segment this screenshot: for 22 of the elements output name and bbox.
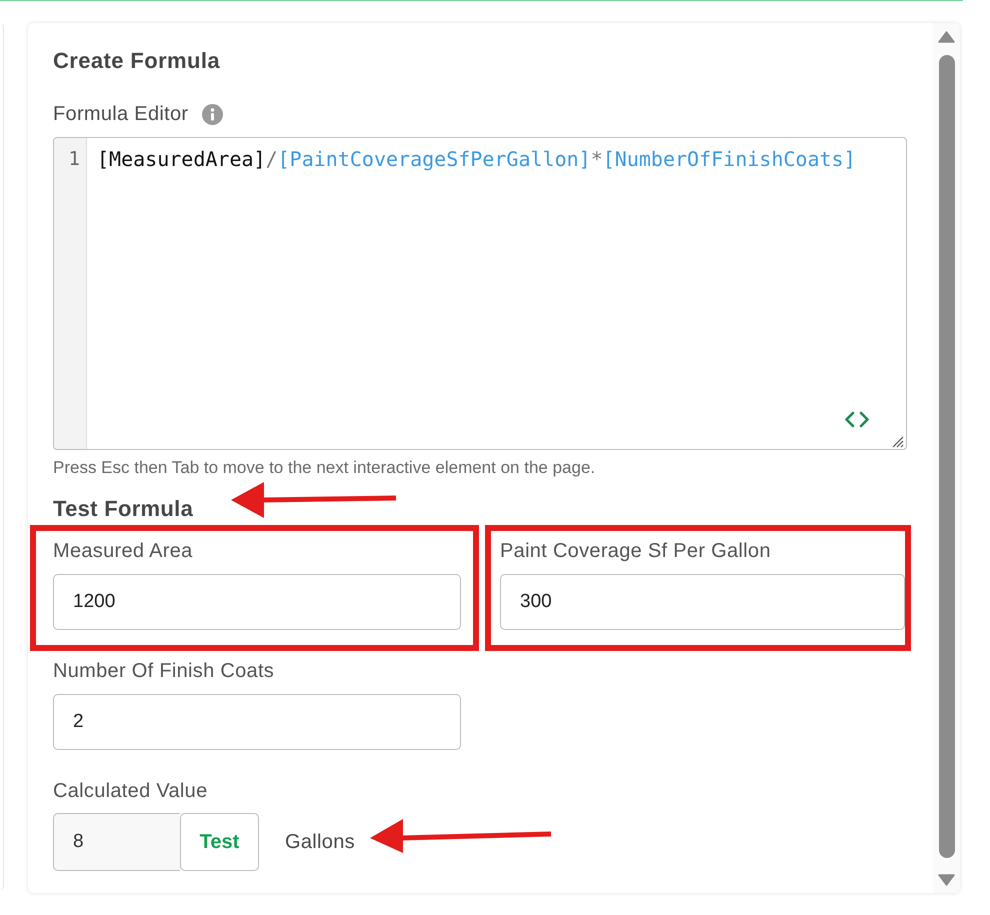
field-label: Calculated Value	[53, 779, 208, 804]
text-input[interactable]: 1200	[53, 574, 461, 630]
scroll-up-button[interactable]	[938, 31, 955, 43]
help-text: Press Esc then Tab to move to the next interactive element on the page.	[53, 458, 596, 478]
line-number: 1	[68, 147, 80, 172]
field-label: Measured Area	[53, 539, 193, 564]
card-title: Create Formula	[53, 47, 220, 75]
info-icon[interactable]	[202, 104, 224, 124]
scrollbar-thumb[interactable]	[938, 55, 954, 858]
field-label: Paint Coverage Sf Per Gallon	[500, 539, 771, 564]
section-title: Test Formula	[53, 495, 194, 523]
code-icon[interactable]	[844, 411, 870, 428]
code-line: [MeasuredArea]/[PaintCoverageSfPerGallon]*[NumberOfFinishCoats]	[97, 146, 856, 172]
field-label: Formula Editor	[53, 102, 188, 127]
calculated-value-field[interactable]: 8	[53, 813, 180, 871]
text-input[interactable]: 2	[53, 694, 461, 750]
scroll-down-button[interactable]	[938, 874, 955, 886]
unit-label: Gallons	[285, 830, 355, 855]
code-editor[interactable]: 1 [MeasuredArea]/[PaintCoverageSfPerGallon]*[NumberOfFinishCoats]	[53, 137, 907, 450]
field-label: Number Of Finish Coats	[53, 659, 274, 684]
text-input[interactable]: 300	[500, 574, 905, 630]
resize-handle-icon[interactable]	[892, 436, 904, 448]
